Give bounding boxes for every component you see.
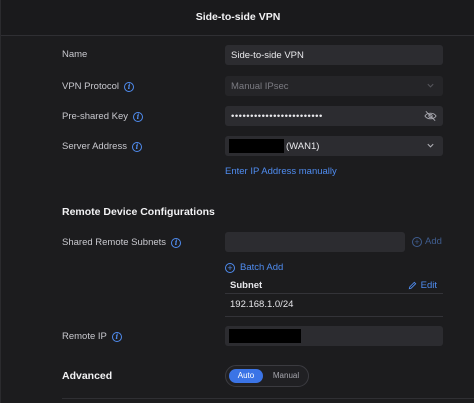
preshared-key-label: Pre-shared Key i [62, 111, 144, 122]
info-icon[interactable]: i [124, 81, 135, 92]
subnet-table-header: Subnet Edit [225, 278, 443, 294]
advanced-label: Advanced [62, 370, 113, 382]
plus-circle-icon: + [412, 236, 422, 247]
info-icon[interactable]: i [133, 111, 144, 122]
info-icon[interactable]: i [171, 237, 182, 248]
enter-ip-manually-link[interactable]: Enter IP Address manually [225, 166, 337, 177]
name-label: Name [62, 49, 88, 60]
name-input[interactable]: Side-to-side VPN [225, 45, 443, 65]
redacted-block [229, 329, 301, 343]
shared-remote-subnets-label: Shared Remote Subnets i [62, 237, 182, 248]
page-title: Side-to-side VPN [195, 11, 281, 23]
section-title-remote: Remote Device Configurations [62, 206, 215, 218]
add-subnet-button[interactable]: + Add [412, 236, 442, 247]
pencil-icon [408, 281, 416, 290]
divider [62, 398, 474, 399]
subnet-column-header: Subnet [230, 280, 263, 291]
preshared-key-input[interactable]: •••••••••••••••••••••••• [225, 106, 443, 126]
batch-add-button[interactable]: + Batch Add [225, 262, 283, 273]
advanced-mode-toggle[interactable]: Auto Manual [225, 365, 309, 387]
chevron-down-icon [427, 143, 434, 148]
shared-subnet-input[interactable] [225, 232, 405, 252]
server-address-select[interactable]: (WAN1) [225, 136, 443, 156]
server-address-label: Server Address i [62, 141, 142, 152]
plus-circle-icon: + [225, 262, 235, 273]
table-row: 192.168.1.0/24 [225, 295, 443, 317]
eye-off-icon[interactable] [424, 110, 437, 122]
edit-subnets-button[interactable]: Edit [408, 280, 437, 291]
redacted-block [229, 139, 284, 153]
info-icon[interactable]: i [111, 331, 122, 342]
manual-option[interactable]: Manual [266, 369, 306, 383]
subnet-value: 192.168.1.0/24 [230, 299, 294, 310]
vpn-settings-panel: Side-to-side VPN Name Side-to-side VPN V… [0, 0, 474, 403]
chevron-down-icon [427, 83, 434, 88]
remote-ip-input[interactable] [225, 326, 443, 346]
vpn-protocol-label: VPN Protocol i [62, 81, 135, 92]
title-bar: Side-to-side VPN [1, 0, 474, 36]
vpn-protocol-select: Manual IPsec [225, 76, 443, 96]
remote-ip-label: Remote IP i [62, 331, 122, 342]
info-icon[interactable]: i [131, 141, 142, 152]
auto-option[interactable]: Auto [229, 369, 263, 383]
